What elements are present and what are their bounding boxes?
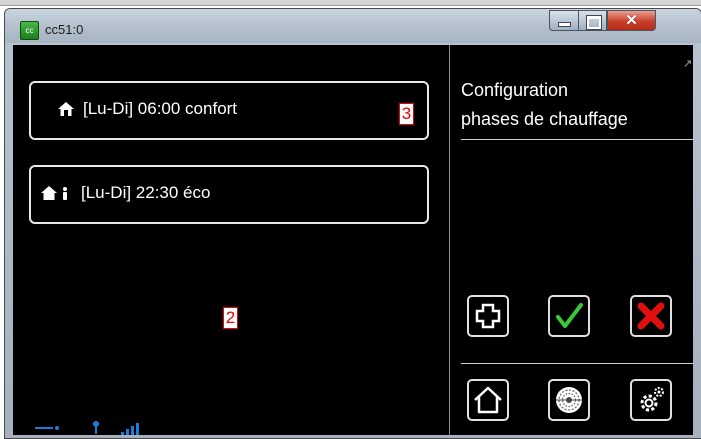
settings-button[interactable] <box>630 379 672 421</box>
app-window: cc cc51:0 ✕ [Lu-Di] 06:00 confort 3 [Lu-… <box>4 8 701 439</box>
home-button[interactable] <box>467 379 509 421</box>
list-item-confort[interactable]: [Lu-Di] 06:00 confort <box>29 81 429 140</box>
minimize-button[interactable] <box>549 10 578 31</box>
close-button[interactable]: ✕ <box>607 10 656 31</box>
delete-button[interactable] <box>630 295 672 337</box>
plus-icon <box>475 303 501 329</box>
minimize-icon <box>558 22 571 27</box>
home-icon <box>58 102 74 122</box>
home-person-icon <box>41 186 75 206</box>
marker-3: 3 <box>399 103 414 125</box>
title-divider <box>461 139 693 140</box>
expand-icon[interactable]: ↗ <box>683 57 692 70</box>
checkmark-icon <box>556 303 583 328</box>
marker-2: 2 <box>223 307 238 329</box>
title-line-1: Configuration <box>461 80 569 100</box>
title-bar[interactable]: cc cc51:0 ✕ <box>5 9 701 43</box>
fan-icon <box>556 387 582 413</box>
maximize-button[interactable] <box>578 10 607 31</box>
app-icon: cc <box>20 21 39 40</box>
page-title: Configuration phases de chauffage <box>461 76 683 134</box>
maximize-icon <box>586 15 602 30</box>
add-button[interactable] <box>467 295 509 337</box>
gear-icon <box>640 387 664 412</box>
panel-divider <box>449 45 450 435</box>
delete-icon <box>637 302 665 330</box>
connection-status <box>35 421 145 438</box>
window-title: cc51:0 <box>45 22 84 37</box>
list-item-eco[interactable]: [Lu-Di] 22:30 éco <box>29 165 429 224</box>
button-divider <box>461 363 693 364</box>
close-icon: ✕ <box>625 12 638 29</box>
top-border <box>0 0 701 6</box>
title-line-2: phases de chauffage <box>461 109 628 129</box>
home-outline-icon <box>474 386 502 414</box>
device-screen: [Lu-Di] 06:00 confort 3 [Lu-Di] 22:30 éc… <box>13 45 693 435</box>
confirm-button[interactable] <box>548 295 590 337</box>
ventilation-button[interactable] <box>548 379 590 421</box>
list-item-label: [Lu-Di] 06:00 confort <box>83 99 238 118</box>
list-item-label: [Lu-Di] 22:30 éco <box>81 183 211 202</box>
